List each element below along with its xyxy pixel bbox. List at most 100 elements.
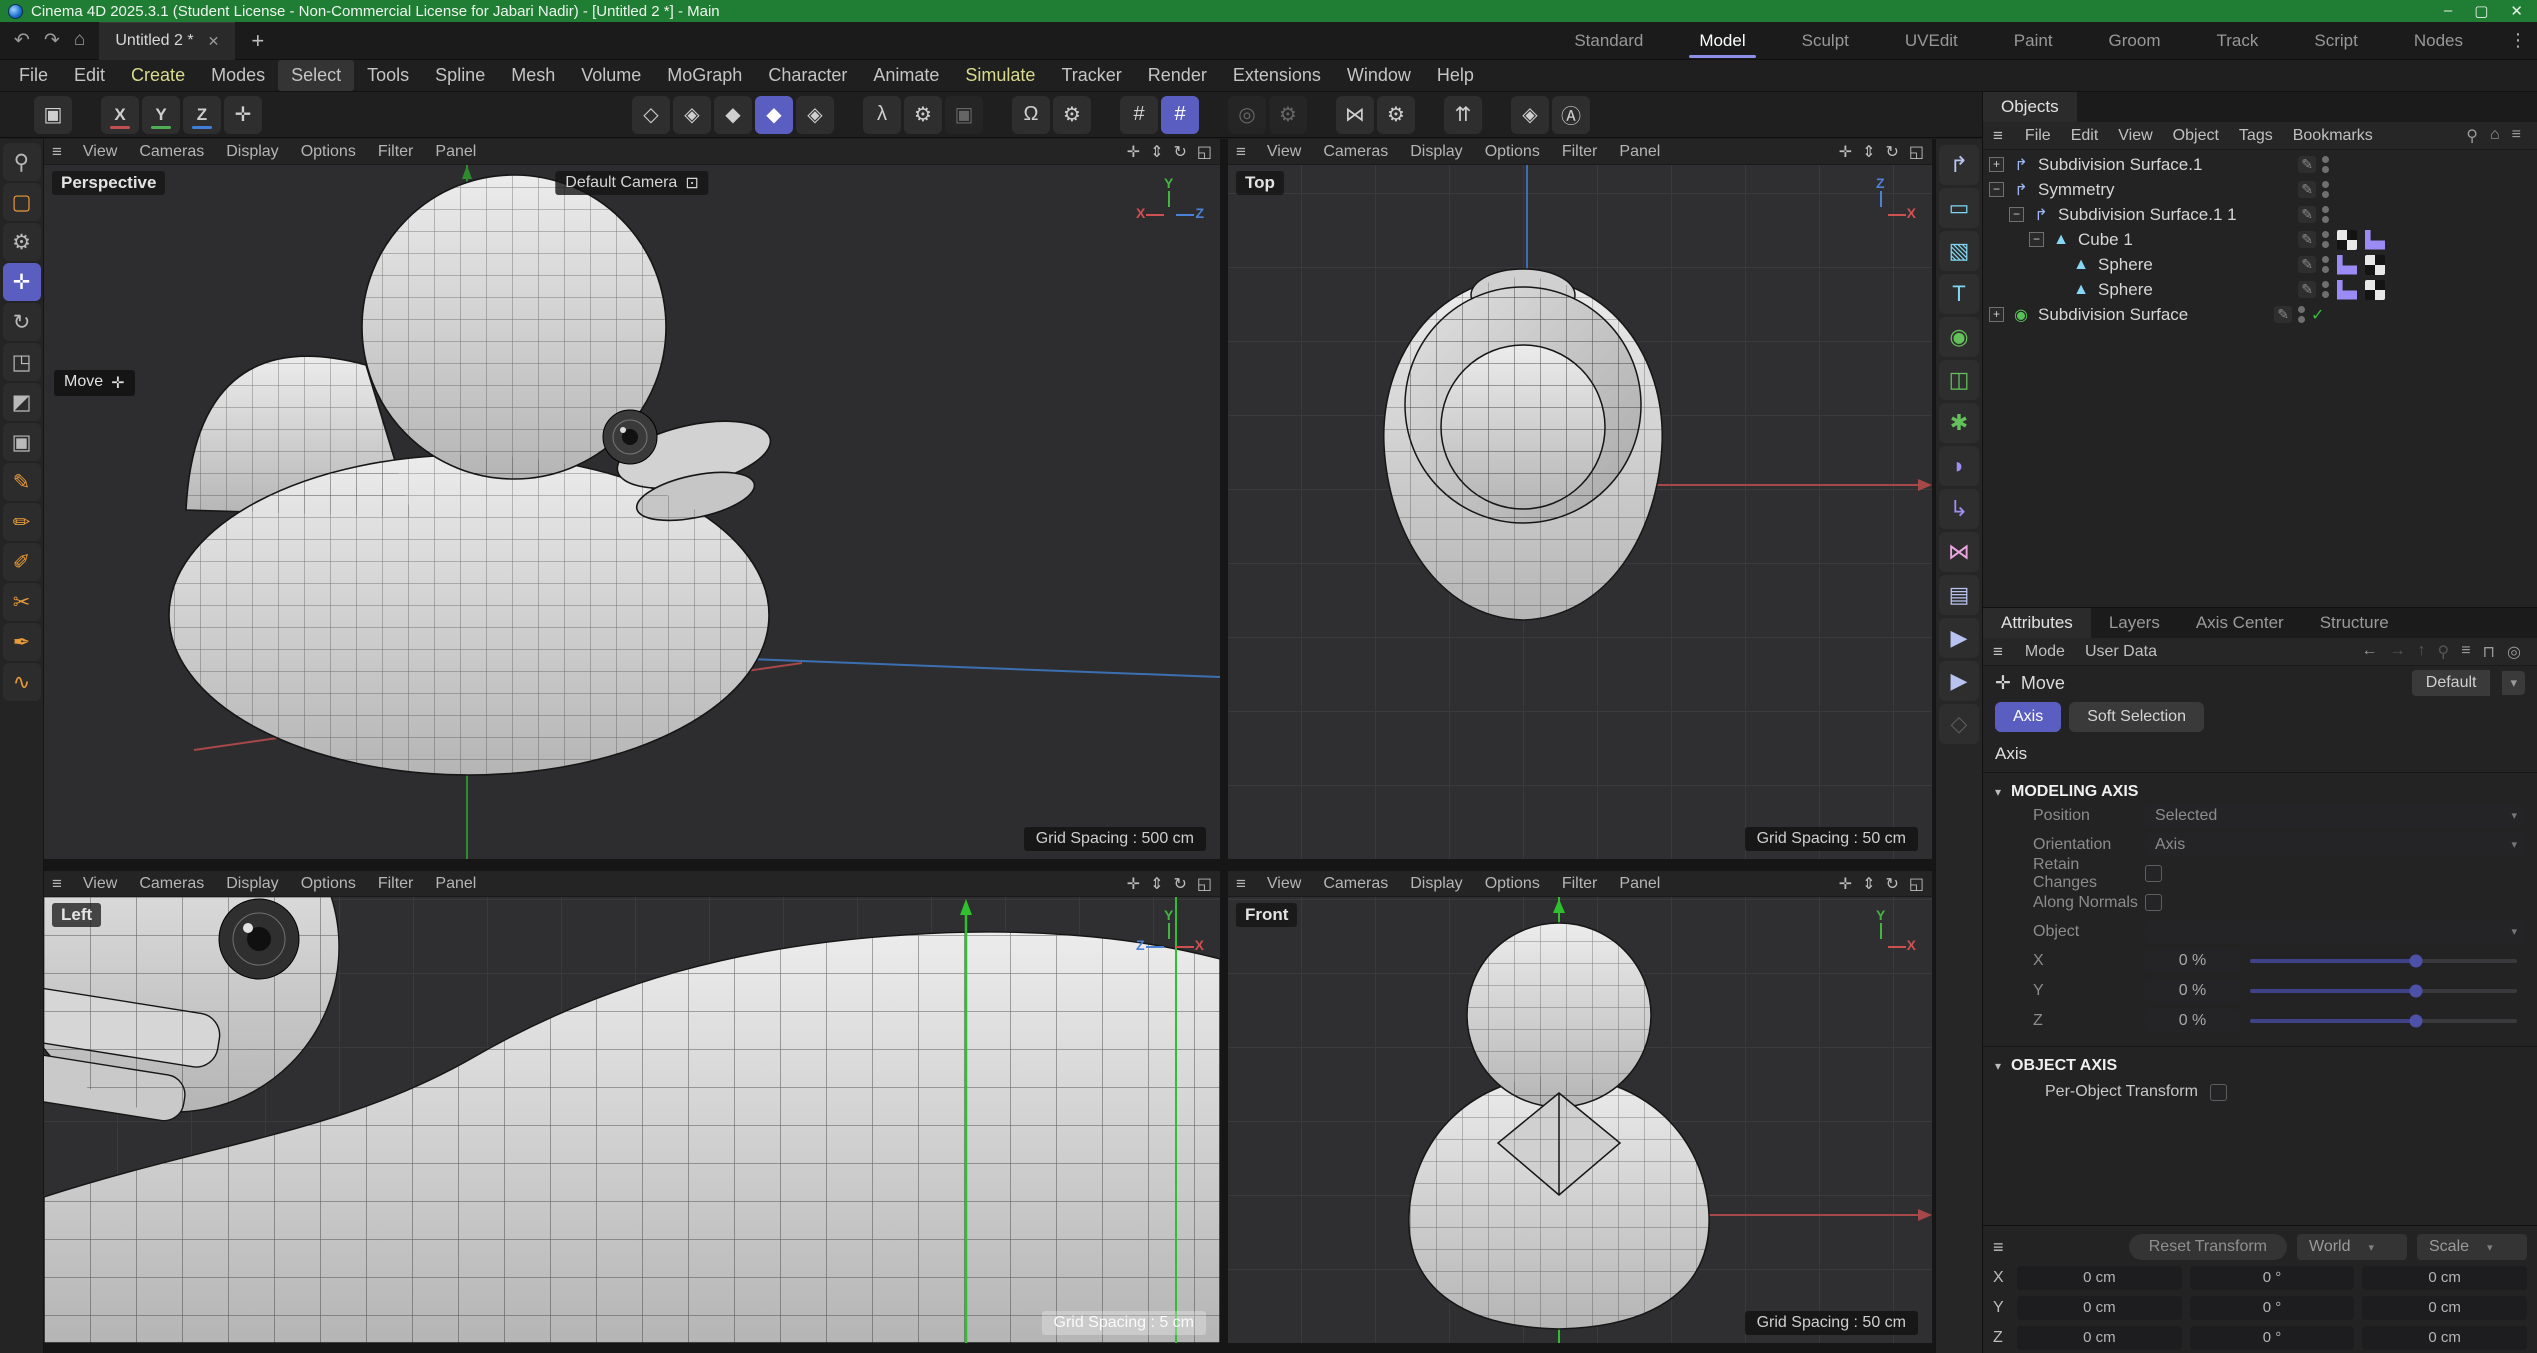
object-tag-icon[interactable] [2365,280,2385,300]
line-cut-tool-icon[interactable]: ✒ [3,623,41,661]
menu-edit[interactable]: Edit [61,60,118,91]
redo-icon[interactable]: ↷ [44,29,60,52]
knife-tool-icon[interactable]: ✂ [3,583,41,621]
menu-simulate[interactable]: Simulate [952,60,1048,91]
workplane-icon[interactable]: λ [863,96,901,134]
filter-icon[interactable]: ≡ [2455,642,2476,662]
visibility-dots[interactable] [2322,206,2329,223]
axis-percent-field[interactable]: 0 % [2145,1009,2240,1033]
quantize-lock-icon[interactable]: # [1161,96,1199,134]
object-axis-section[interactable]: ▾ OBJECT AXIS [1995,1057,2525,1075]
viewport-burger-icon[interactable]: ≡ [52,874,62,894]
menu-render[interactable]: Render [1135,60,1220,91]
coordinate-space-dropdown[interactable]: World▾ [2297,1234,2407,1260]
pan-view-icon[interactable]: ✛ [1127,142,1140,162]
close-tab-icon[interactable]: ✕ [208,33,220,50]
viewport-burger-icon[interactable]: ≡ [52,142,62,162]
x-axis-lock-icon[interactable]: X [101,96,139,134]
tree-row[interactable]: − ↱ Subdivision Surface.1 1 ✎ [1983,202,2537,227]
dolly-view-icon[interactable]: ⇕ [1150,142,1163,162]
objects-menu-object[interactable]: Object [2163,125,2229,147]
layout-tab-model[interactable]: Model [1673,22,1771,60]
rotation-field[interactable]: 0 ° [2190,1326,2355,1350]
rotate-view-icon[interactable]: ↻ [1173,874,1186,894]
viewport-menu-cameras[interactable]: Cameras [1312,873,1399,895]
axis-slider[interactable] [2250,959,2517,963]
modeling-axis-section[interactable]: ▾ MODELING AXIS [1995,783,2525,801]
menu-window[interactable]: Window [1334,60,1424,91]
viewport-burger-icon[interactable]: ≡ [1236,874,1246,894]
zoom-tool-icon[interactable]: ⚲ [3,143,41,181]
reset-transform-button[interactable]: Reset Transform [2129,1234,2287,1260]
edit-toggle-icon[interactable]: ✎ [2298,156,2316,173]
search-icon[interactable]: ⚲ [2460,126,2484,146]
viewport-menu-view[interactable]: View [72,141,128,163]
spline-primitive-icon[interactable]: ▭ [1939,188,1979,228]
symmetry-object-icon[interactable]: ⋈ [1939,532,1979,572]
edit-toggle-icon[interactable]: ✎ [2298,181,2316,198]
menu-spline[interactable]: Spline [422,60,498,91]
y-axis-lock-icon[interactable]: Y [142,96,180,134]
collapse-caret-icon[interactable]: ▾ [1995,785,2001,799]
viewport-menu-panel[interactable]: Panel [424,141,487,163]
top-canvas[interactable] [1228,165,1932,859]
along-normals-checkbox[interactable] [2145,894,2162,911]
camera-icon[interactable]: ▤ [1939,575,1979,615]
layout-tab-uvedit[interactable]: UVEdit [1879,22,1984,60]
viewport-perspective[interactable]: ≡ ViewCamerasDisplayOptionsFilterPanel ✛… [44,139,1220,859]
viewport-burger-icon[interactable]: ≡ [1236,142,1246,162]
objects-menu-bookmarks[interactable]: Bookmarks [2283,125,2383,147]
fields-icon[interactable]: ✱ [1939,403,1979,443]
scale-field[interactable]: 0 cm [2362,1266,2527,1290]
objects-burger-icon[interactable]: ≡ [1993,126,2003,146]
menu-character[interactable]: Character [755,60,860,91]
viewport-menu-filter[interactable]: Filter [1551,141,1609,163]
menu-mograph[interactable]: MoGraph [654,60,755,91]
position-dropdown[interactable]: Selected▾ [2145,804,2525,828]
menu-mesh[interactable]: Mesh [498,60,568,91]
camera-swap-icon[interactable]: ⊡ [685,173,698,193]
tree-row[interactable]: ▲ Sphere ✎ [1983,252,2537,277]
volume-builder-icon[interactable]: ◫ [1939,360,1979,400]
search-icon[interactable]: ⚲ [2431,642,2455,662]
workplane-settings-icon[interactable]: ⚙ [904,96,942,134]
quantize-icon[interactable]: # [1120,96,1158,134]
home-icon[interactable]: ⌂ [2484,126,2506,146]
layout-more-menu[interactable]: ⋮ [2499,30,2537,51]
menu-modes[interactable]: Modes [198,60,278,91]
tree-row[interactable]: ▲ Sphere ✎ [1983,277,2537,302]
visibility-dots[interactable] [2322,231,2329,248]
pan-view-icon[interactable]: ✛ [1839,874,1852,894]
layout-tab-sculpt[interactable]: Sculpt [1776,22,1875,60]
toggle-panel-icon[interactable]: ◱ [1909,874,1924,894]
edit-toggle-icon[interactable]: ✎ [2298,281,2316,298]
axis-slider[interactable] [2250,989,2517,993]
layout-tab-paint[interactable]: Paint [1988,22,2079,60]
layout-tab-groom[interactable]: Groom [2083,22,2187,60]
falloff-settings-icon[interactable]: ⚙ [1269,96,1307,134]
menu-help[interactable]: Help [1424,60,1487,91]
pan-view-icon[interactable]: ✛ [1127,874,1140,894]
modify-axis-icon[interactable]: ↳ [1939,489,1979,529]
viewport-menu-cameras[interactable]: Cameras [1312,141,1399,163]
tweak-tool-icon[interactable]: ⚙ [3,223,41,261]
orientation-dropdown[interactable]: Axis▾ [2145,833,2525,857]
texture-mode-icon[interactable]: ◈ [796,96,834,134]
menu-create[interactable]: Create [118,60,198,91]
rectangle-select-tool-icon[interactable]: ▢ [3,183,41,221]
edit-toggle-icon[interactable]: ✎ [2298,231,2316,248]
attributes-menu-mode[interactable]: Mode [2015,641,2075,663]
layout-tab-track[interactable]: Track [2191,22,2285,60]
workplane-axis-icon[interactable]: ↱ [1939,145,1979,185]
visibility-dots[interactable] [2322,281,2329,298]
viewport-menu-display[interactable]: Display [1399,141,1473,163]
transform-mode-dropdown[interactable]: Scale▾ [2417,1234,2527,1260]
visibility-dots[interactable] [2322,181,2329,198]
visibility-dots[interactable] [2322,256,2329,273]
menu-animate[interactable]: Animate [860,60,952,91]
left-canvas[interactable] [44,897,1220,1343]
dolly-view-icon[interactable]: ⇕ [1862,874,1875,894]
axis-tab-button[interactable]: Axis [1995,702,2061,732]
layout-tab-nodes[interactable]: Nodes [2388,22,2489,60]
scale-tool-icon[interactable]: ◳ [3,343,41,381]
